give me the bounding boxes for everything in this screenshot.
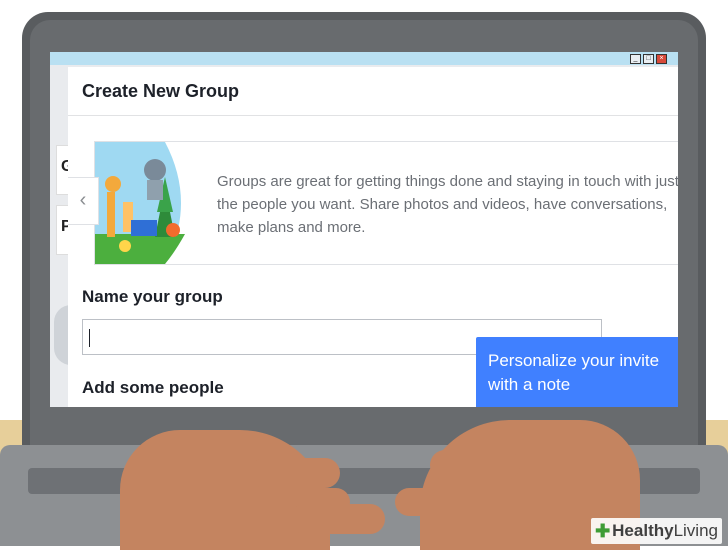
text-caret xyxy=(89,329,90,347)
screen: _ □ × G P Create New Group xyxy=(50,52,678,407)
window-title-bar: _ □ × xyxy=(50,52,678,65)
watermark: ✚ Healthy Living xyxy=(591,518,722,544)
personalize-invite-tooltip: Personalize your invite with a note xyxy=(476,337,678,407)
dialog-header: Create New Group xyxy=(68,67,678,116)
group-illustration xyxy=(95,142,197,264)
maximize-icon[interactable]: □ xyxy=(643,54,654,64)
minimize-icon[interactable]: _ xyxy=(630,54,641,64)
close-icon[interactable]: × xyxy=(656,54,667,64)
add-people-label: Add some people xyxy=(82,378,224,397)
promo-card: Groups are great for getting things done… xyxy=(94,141,678,265)
dialog-title: Create New Group xyxy=(82,81,240,101)
watermark-text-regular: Living xyxy=(673,521,718,540)
chevron-left-icon[interactable]: ‹ xyxy=(68,177,99,225)
promo-description: Groups are great for getting things done… xyxy=(217,173,678,236)
create-group-dialog: Create New Group Groups are great for ge… xyxy=(68,67,678,407)
watermark-text-bold: Healthy xyxy=(612,521,674,540)
group-name-label: Name your group xyxy=(82,287,223,306)
healthy-living-logo-icon: ✚ xyxy=(595,520,611,541)
